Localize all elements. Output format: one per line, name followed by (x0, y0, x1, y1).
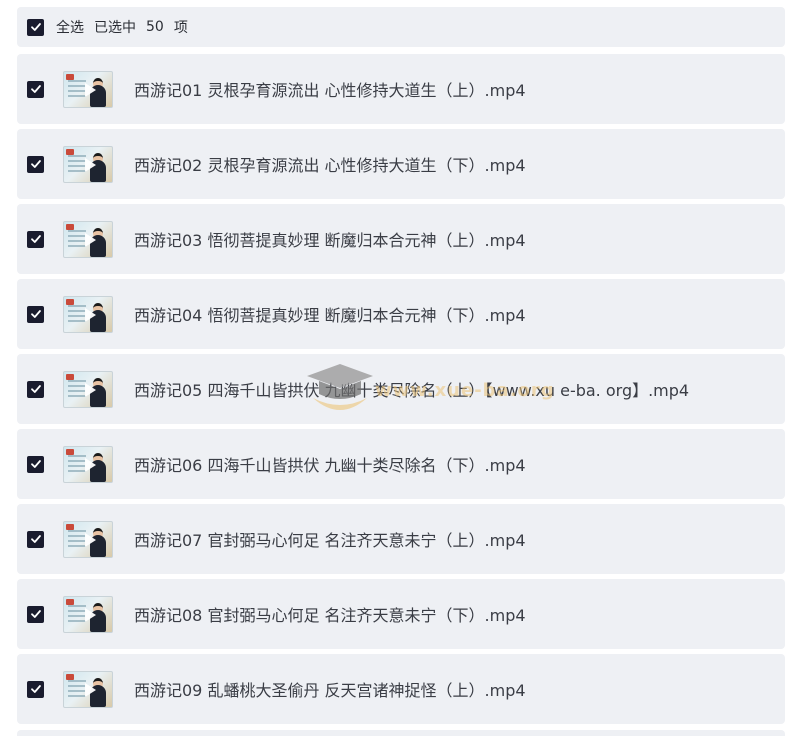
file-name[interactable]: 西游记04 悟彻菩提真妙理 断魔归本合元神（下）.mp4 (134, 302, 526, 326)
file-row[interactable]: 西游记02 灵根孕育源流出 心性修持大道生（下）.mp4 (17, 129, 785, 199)
file-name[interactable]: 西游记02 灵根孕育源流出 心性修持大道生（下）.mp4 (134, 152, 526, 176)
video-thumbnail[interactable] (63, 445, 113, 483)
checkmark-icon (30, 23, 41, 31)
checkmark-icon (30, 310, 41, 318)
file-row[interactable]: 西游记04 悟彻菩提真妙理 断魔归本合元神（下）.mp4 (17, 279, 785, 349)
file-row-partial (17, 730, 785, 736)
play-icon (85, 532, 96, 547)
checkmark-icon (30, 460, 41, 468)
file-name[interactable]: 西游记08 官封弼马心何足 名注齐天意未宁（下）.mp4 (134, 602, 526, 626)
file-checkbox[interactable] (27, 530, 44, 548)
file-checkbox[interactable] (27, 80, 44, 98)
play-icon (85, 232, 96, 247)
file-name[interactable]: 西游记01 灵根孕育源流出 心性修持大道生（上）.mp4 (134, 77, 526, 101)
video-thumbnail[interactable] (63, 70, 113, 108)
file-name[interactable]: 西游记05 四海千山皆拱伏 九幽十类尽除名（上）【www.xu e-ba. or… (134, 377, 689, 401)
video-thumbnail[interactable] (63, 520, 113, 558)
checkmark-icon (30, 235, 41, 243)
play-icon (85, 382, 96, 397)
select-all-label[interactable]: 全选 (56, 17, 84, 37)
play-icon (85, 607, 96, 622)
file-checkbox[interactable] (27, 230, 44, 248)
video-thumbnail[interactable] (63, 220, 113, 258)
file-name[interactable]: 西游记06 四海千山皆拱伏 九幽十类尽除名（下）.mp4 (134, 452, 526, 476)
file-row[interactable]: 西游记06 四海千山皆拱伏 九幽十类尽除名（下）.mp4 (17, 429, 785, 499)
selected-label: 已选中 (94, 20, 136, 36)
select-all-checkbox[interactable] (27, 18, 44, 36)
checkmark-icon (30, 685, 41, 693)
play-icon (85, 157, 96, 172)
checkmark-icon (30, 610, 41, 618)
video-thumbnail[interactable] (63, 145, 113, 183)
select-all-bar: 全选 已选中 50 项 (17, 7, 785, 47)
file-name[interactable]: 西游记09 乱蟠桃大圣偷丹 反天宫诸神捉怪（上）.mp4 (134, 677, 526, 701)
checkmark-icon (30, 85, 41, 93)
checkmark-icon (30, 385, 41, 393)
file-checkbox[interactable] (27, 605, 44, 623)
file-checkbox[interactable] (27, 455, 44, 473)
video-thumbnail[interactable] (63, 670, 113, 708)
file-row[interactable]: 西游记01 灵根孕育源流出 心性修持大道生（上）.mp4 (17, 54, 785, 124)
video-thumbnail[interactable] (63, 595, 113, 633)
video-thumbnail[interactable] (63, 370, 113, 408)
selected-unit: 项 (173, 20, 188, 36)
play-icon (85, 682, 96, 697)
checkmark-icon (30, 535, 41, 543)
file-checkbox[interactable] (27, 305, 44, 323)
play-icon (85, 82, 96, 97)
selected-count: 50 (146, 19, 164, 35)
file-row[interactable]: 西游记09 乱蟠桃大圣偷丹 反天宫诸神捉怪（上）.mp4 (17, 654, 785, 724)
file-checkbox[interactable] (27, 380, 44, 398)
play-icon (85, 307, 96, 322)
file-checkbox[interactable] (27, 680, 44, 698)
file-checkbox[interactable] (27, 155, 44, 173)
file-row[interactable]: 西游记03 悟彻菩提真妙理 断魔归本合元神（上）.mp4 (17, 204, 785, 274)
file-name[interactable]: 西游记03 悟彻菩提真妙理 断魔归本合元神（上）.mp4 (134, 227, 526, 251)
file-name[interactable]: 西游记07 官封弼马心何足 名注齐天意未宁（上）.mp4 (134, 527, 526, 551)
checkmark-icon (30, 160, 41, 168)
video-thumbnail[interactable] (63, 295, 113, 333)
play-icon (85, 457, 96, 472)
file-row[interactable]: 西游记07 官封弼马心何足 名注齐天意未宁（上）.mp4 (17, 504, 785, 574)
file-row[interactable]: 西游记08 官封弼马心何足 名注齐天意未宁（下）.mp4 (17, 579, 785, 649)
file-row[interactable]: 西游记05 四海千山皆拱伏 九幽十类尽除名（上）【www.xu e-ba. or… (17, 354, 785, 424)
